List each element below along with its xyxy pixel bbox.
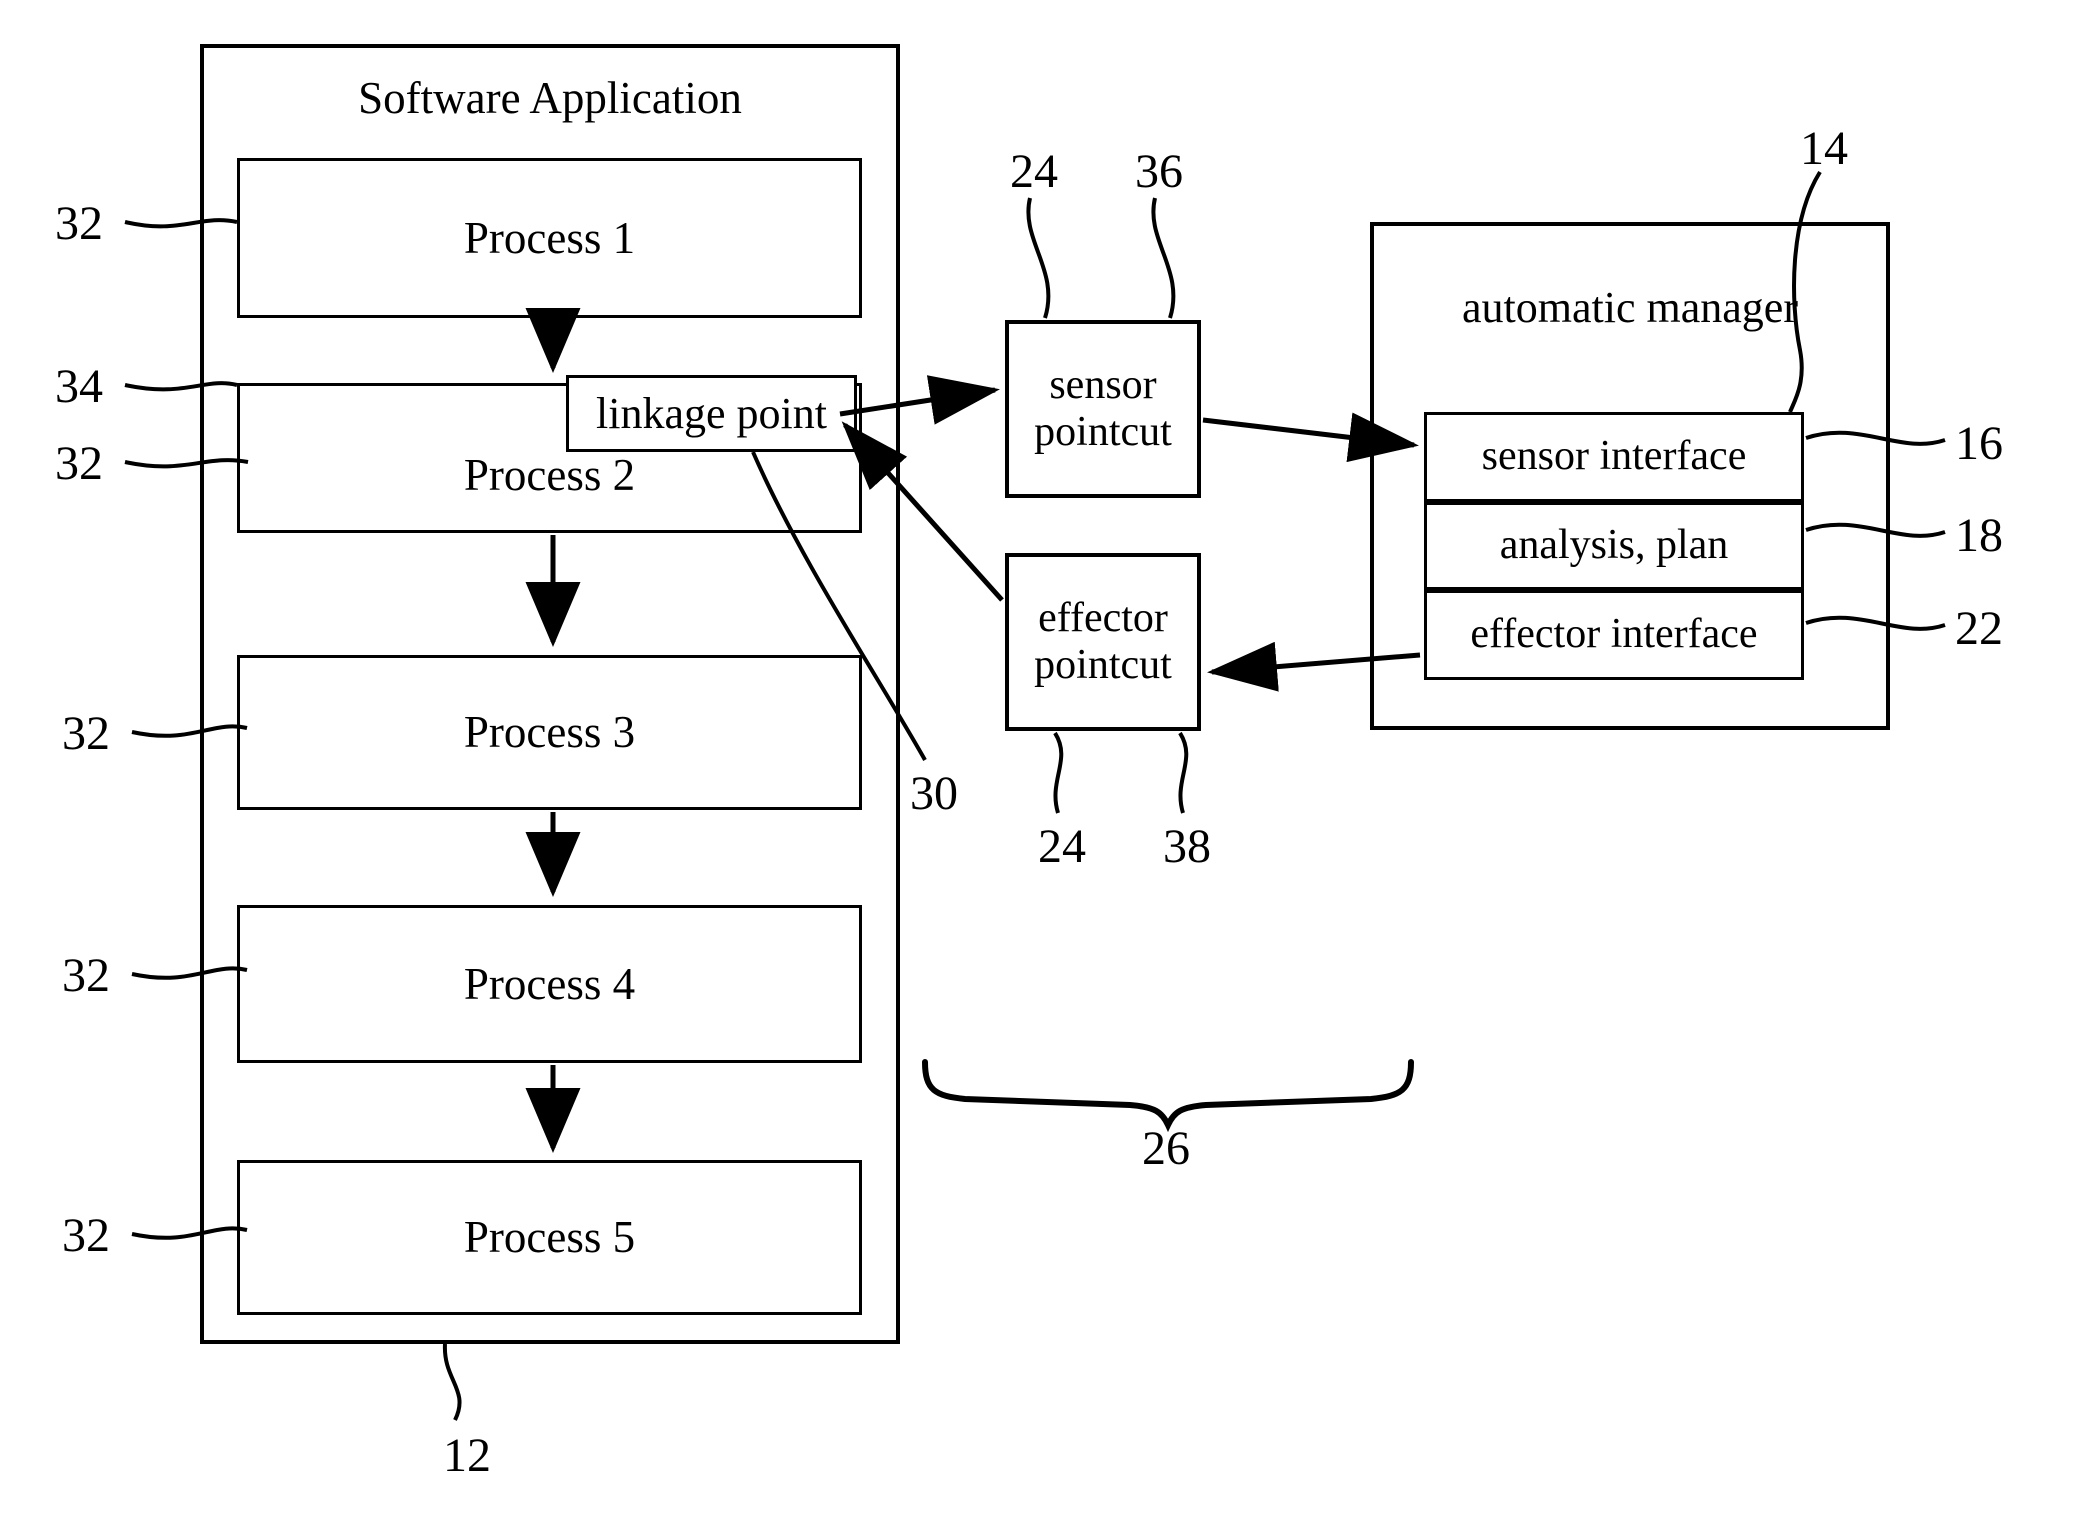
analysis-plan-label: analysis, plan	[1499, 522, 1729, 569]
effector-interface-label: effector interface	[1470, 611, 1758, 658]
brace-26	[922, 1059, 1414, 1133]
ref-32-process-3: 32	[62, 707, 110, 760]
ref-14-automatic-manager: 14	[1800, 122, 1848, 175]
ref-34-linkage: 34	[55, 360, 103, 413]
process-5-label: Process 5	[463, 1212, 636, 1263]
ref-26-brace: 26	[1142, 1122, 1190, 1175]
ref-30-linkage-point: 30	[910, 767, 958, 820]
ref-36-sensor-pointcut: 36	[1135, 145, 1183, 198]
ref-22-effector-interface: 22	[1955, 602, 2003, 655]
ref-18-analysis-plan: 18	[1955, 509, 2003, 562]
ref-24-sensor-pointcut: 24	[1010, 145, 1058, 198]
process-1-label: Process 1	[463, 212, 636, 263]
sensor-interface-label: sensor interface	[1481, 433, 1747, 480]
linkage-point-label: linkage point	[596, 388, 827, 438]
effector-pointcut-label: effector pointcut	[1034, 594, 1172, 688]
ref-12-software-application: 12	[443, 1429, 491, 1482]
software-application-title: Software Application	[358, 73, 742, 123]
ref-38-effector-pointcut: 38	[1163, 820, 1211, 873]
ref-16-sensor-interface: 16	[1955, 417, 2003, 470]
ref-32-process-2: 32	[55, 437, 103, 490]
process-4-label: Process 4	[463, 958, 636, 1009]
sensor-pointcut-label: sensor pointcut	[1034, 361, 1172, 455]
ref-24-effector-pointcut: 24	[1038, 820, 1086, 873]
automatic-manager-title: automatic manager	[1462, 283, 1798, 332]
patent-figure: Software Application Process 1 Process 2…	[0, 0, 2093, 1526]
process-3-label: Process 3	[463, 707, 636, 758]
ref-32-process-1: 32	[55, 197, 103, 250]
ref-32-process-4: 32	[62, 949, 110, 1002]
ref-32-process-5: 32	[62, 1209, 110, 1262]
